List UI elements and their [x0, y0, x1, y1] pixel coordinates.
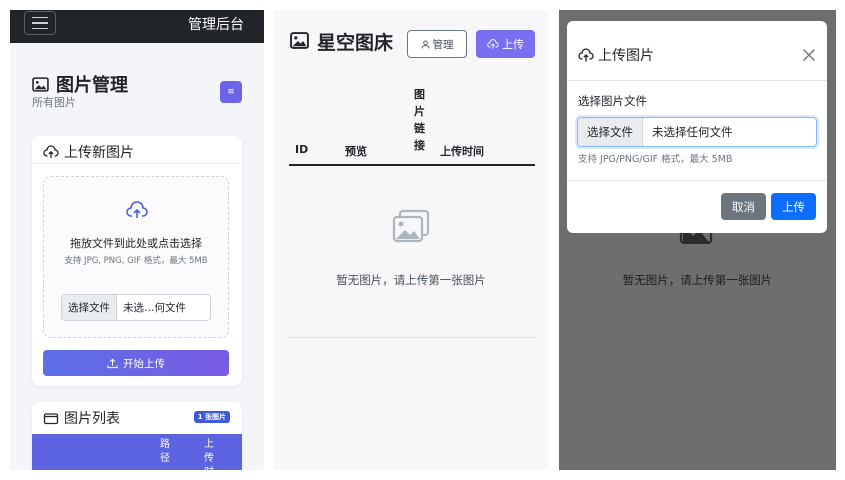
start-upload-button[interactable]: 开始上传: [43, 350, 229, 376]
cloud-upload-icon: [487, 38, 499, 49]
file-name-label: 未选择任何文件: [652, 125, 733, 139]
manage-button[interactable]: 管理: [407, 30, 467, 58]
folder-icon: [43, 413, 59, 425]
upload-icon: [107, 358, 118, 368]
upload-modal-panel: 暂无图片，请上传第一张图片 上传图片 选择图片文件 选择文件 未选择任何文件 支…: [559, 10, 836, 470]
empty-state-text: 暂无图片，请上传第一张图片: [336, 273, 486, 287]
hamburger-menu-icon[interactable]: [24, 11, 56, 35]
column-id: ID: [295, 143, 309, 156]
image-icon: [290, 32, 309, 49]
file-field-label: 选择图片文件: [578, 94, 647, 108]
drop-zone-text: 拖放文件到此处或点击选择: [70, 237, 202, 250]
upload-card: 上传新图片 拖放文件到此处或点击选择 支持 JPG, PNG, GIF 格式，最…: [32, 136, 242, 386]
drop-zone[interactable]: 拖放文件到此处或点击选择 支持 JPG, PNG, GIF 格式，最大 5MB …: [43, 176, 229, 338]
upload-card-title: 上传新图片: [64, 145, 134, 161]
file-hint: 支持 JPG/PNG/GIF 格式，最大 5MB: [578, 154, 733, 165]
dialog-title: 上传图片: [598, 48, 654, 64]
divider: [567, 80, 827, 81]
admin-mobile-panel: 管理后台 图片管理 所有图片 ≡ 上传新图片 拖放文件到此处或点击选择 支持 J…: [10, 10, 264, 470]
cloud-upload-icon: [126, 201, 148, 218]
upload-label: 上传: [502, 38, 524, 51]
menu-button[interactable]: ≡: [220, 81, 242, 103]
column-upload-time: 上传时间: [204, 439, 214, 470]
file-name-label: 未选…何文件: [123, 302, 186, 314]
image-count-badge: 1 张图片: [193, 411, 230, 423]
file-input[interactable]: 选择文件 未选择任何文件: [577, 117, 817, 147]
start-upload-label: 开始上传: [123, 357, 165, 370]
manage-label: 管理: [432, 38, 454, 51]
user-icon: [420, 39, 430, 49]
divider: [32, 163, 242, 164]
divider: [289, 337, 535, 338]
submit-upload-button[interactable]: 上传: [771, 193, 816, 220]
file-input[interactable]: 选择文件 未选…何文件: [61, 294, 211, 321]
choose-file-button[interactable]: 选择文件: [578, 118, 643, 146]
empty-state-text: 暂无图片，请上传第一张图片: [622, 273, 773, 287]
gallery-mobile-panel: 星空图床 管理 上传 ID 预览 图片链接 上传时间 暂无图片，请上传第一张图片: [274, 10, 548, 470]
drop-zone-hint: 支持 JPG, PNG, GIF 格式，最大 5MB: [64, 256, 208, 266]
image-list-title: 图片列表: [64, 411, 120, 427]
navbar-title: 管理后台: [188, 17, 244, 33]
upload-dialog: 上传图片 选择图片文件 选择文件 未选择任何文件 支持 JPG/PNG/GIF …: [567, 21, 827, 233]
choose-file-button[interactable]: 选择文件: [62, 295, 117, 320]
column-image-link: 图片链接: [414, 88, 425, 152]
cloud-upload-icon: [578, 48, 594, 62]
site-title: 星空图床: [317, 32, 394, 54]
images-icon: [392, 209, 430, 243]
column-path: 路径: [160, 439, 170, 464]
page-subtitle: 所有图片: [32, 96, 76, 109]
column-upload-time: 上传时间: [440, 145, 484, 158]
close-icon[interactable]: [800, 46, 818, 64]
table-header-divider: [289, 164, 535, 166]
upload-button[interactable]: 上传: [476, 30, 535, 58]
cancel-button[interactable]: 取消: [721, 193, 766, 220]
table-header: ID 预览 路径 上传时间: [32, 434, 242, 470]
divider: [567, 180, 827, 181]
image-list-card: 图片列表 1 张图片 ID 预览 路径 上传时间: [32, 402, 242, 470]
image-icon: [32, 77, 49, 92]
top-navbar: 管理后台: [10, 10, 264, 43]
cloud-upload-icon: [43, 145, 59, 158]
column-preview: 预览: [345, 145, 367, 158]
